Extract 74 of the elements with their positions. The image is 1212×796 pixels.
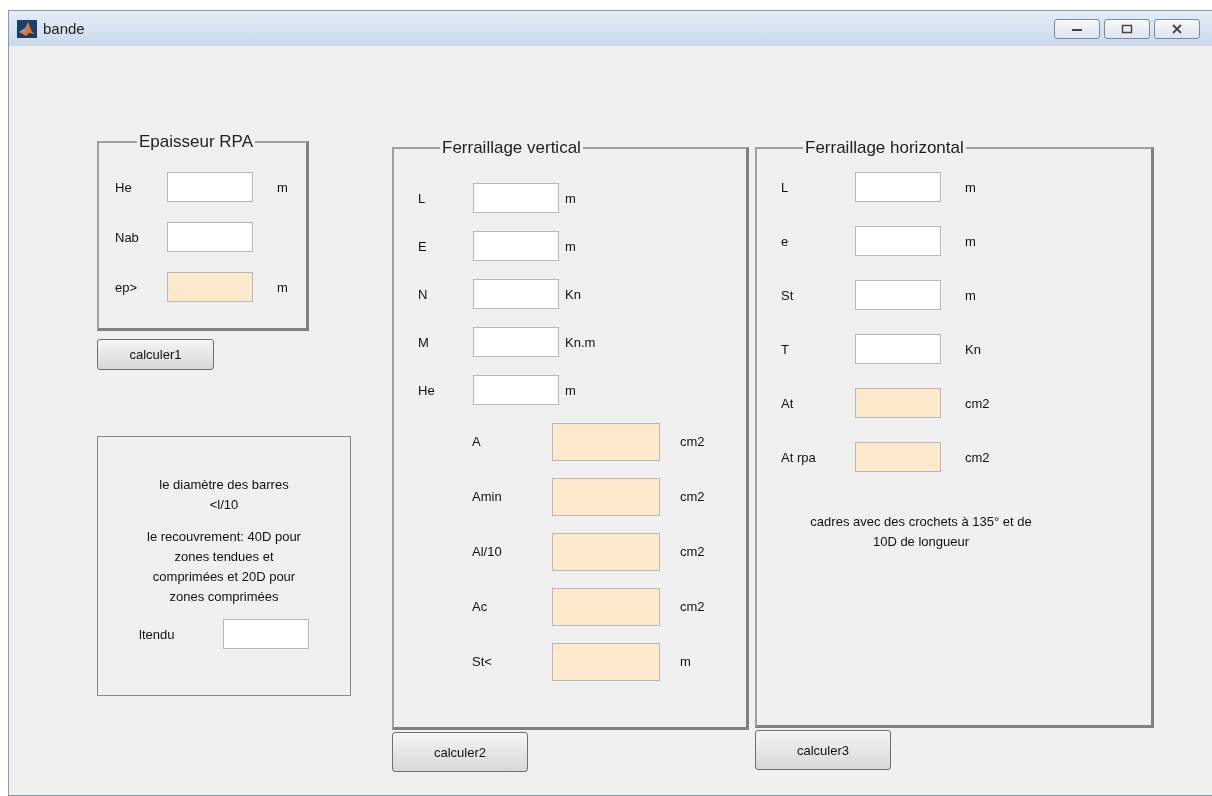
- close-icon: [1171, 23, 1183, 34]
- field-label: St<: [472, 654, 493, 669]
- unit-label: cm2: [680, 489, 706, 504]
- field-label: Al/10: [472, 544, 503, 559]
- unit-label: m: [565, 238, 577, 254]
- unit-label: Kn: [965, 341, 982, 357]
- calculate-button[interactable]: calculer2: [392, 732, 528, 772]
- input-field[interactable]: [855, 334, 941, 364]
- result-field[interactable]: [855, 388, 941, 418]
- calculate-button[interactable]: calculer1: [97, 339, 214, 370]
- field-label: Ac: [472, 599, 489, 614]
- field-label: Nab: [115, 229, 140, 245]
- result-field[interactable]: [552, 642, 660, 681]
- field-label: T: [781, 341, 790, 357]
- panel-title: Ferraillage vertical: [441, 138, 582, 158]
- input-field[interactable]: [473, 375, 559, 405]
- unit-label: cm2: [965, 395, 991, 411]
- minimize-button[interactable]: [1054, 18, 1100, 39]
- unit-label: cm2: [680, 599, 706, 614]
- unit-label: m: [965, 179, 977, 195]
- result-field[interactable]: [552, 477, 660, 516]
- unit-label: cm2: [680, 434, 706, 449]
- maximize-icon: [1121, 23, 1133, 34]
- field-label: St: [781, 287, 795, 303]
- result-field[interactable]: [552, 587, 660, 626]
- unit-label: m: [680, 654, 692, 669]
- field-label: e: [781, 233, 790, 249]
- unit-label: m: [565, 382, 577, 398]
- input-field[interactable]: [167, 222, 253, 252]
- input-field[interactable]: [167, 172, 253, 202]
- note-text: cadres avec des crochets à 135° et de 10D de longueur: [809, 513, 1033, 551]
- input-field[interactable]: [855, 172, 941, 202]
- panel-title: Ferraillage horizontal: [804, 138, 965, 158]
- result-field[interactable]: [552, 422, 660, 461]
- input-field[interactable]: [855, 226, 941, 256]
- field-label: A: [472, 434, 482, 449]
- field-label: At: [781, 395, 795, 411]
- result-field[interactable]: [552, 532, 660, 571]
- info-text: le diamètre des barres <l/10: [158, 476, 290, 514]
- close-button[interactable]: [1154, 18, 1200, 39]
- unit-label: cm2: [965, 449, 991, 465]
- field-label: L: [781, 179, 790, 195]
- result-field[interactable]: [855, 442, 941, 472]
- field-label: M: [418, 334, 430, 350]
- field-label: N: [418, 286, 429, 302]
- unit-label: m: [277, 179, 289, 195]
- unit-label: Kn.m: [565, 334, 597, 350]
- field-label: He: [418, 382, 436, 398]
- input-field[interactable]: [473, 231, 559, 261]
- window-title: bande: [43, 20, 85, 37]
- unit-label: m: [565, 190, 577, 206]
- unit-label: Kn: [565, 286, 582, 302]
- input-field[interactable]: [473, 327, 559, 357]
- panel-title: Epaisseur RPA: [138, 132, 254, 152]
- field-label: At rpa: [781, 449, 817, 465]
- unit-label: m: [277, 279, 289, 295]
- field-label: Amin: [472, 489, 503, 504]
- info-text: le recouvrement: 40D pour zones tendues et comprimées et 20D pour zones comprimées: [146, 528, 302, 606]
- field-label: He: [115, 179, 133, 195]
- input-field[interactable]: [855, 280, 941, 310]
- unit-label: m: [965, 287, 977, 303]
- input-field[interactable]: [223, 619, 309, 649]
- unit-label: cm2: [680, 544, 706, 559]
- maximize-button[interactable]: [1104, 18, 1150, 39]
- field-label: ep>: [115, 279, 139, 295]
- unit-label: m: [965, 233, 977, 249]
- app-icon: [17, 19, 37, 38]
- field-label: L: [418, 190, 427, 206]
- input-field[interactable]: [473, 279, 559, 309]
- input-field[interactable]: [473, 183, 559, 213]
- result-field[interactable]: [167, 272, 253, 302]
- field-label: E: [418, 238, 428, 254]
- calculate-button[interactable]: calculer3: [755, 730, 891, 770]
- field-label: ltendu: [139, 626, 176, 642]
